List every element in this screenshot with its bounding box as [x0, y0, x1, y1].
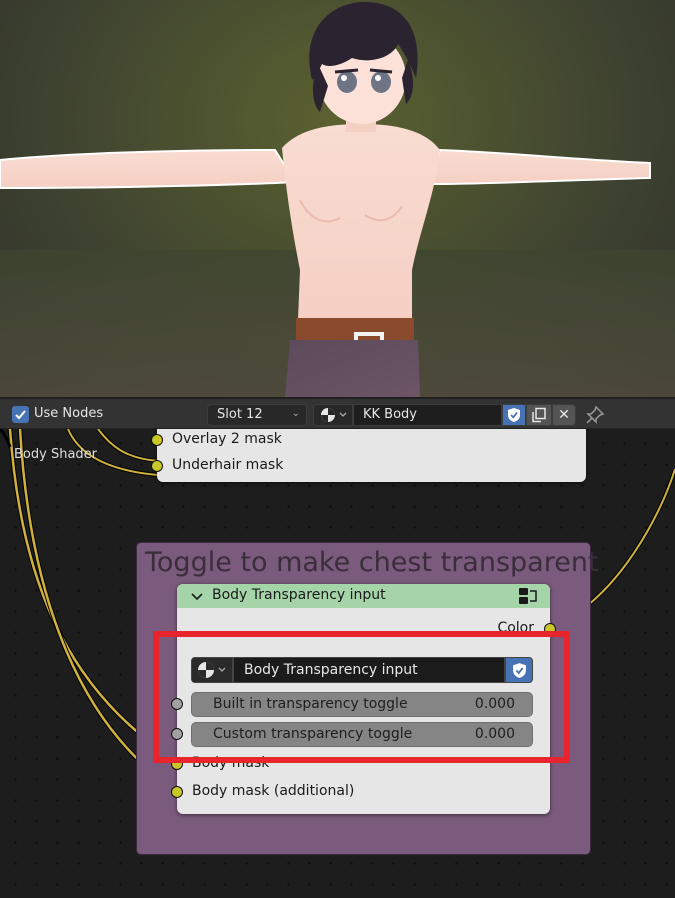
node-tree-icon: [198, 662, 226, 678]
frame-label: Toggle to make chest transparent: [145, 547, 599, 578]
input-slider-label: Built in transparency toggle: [213, 696, 408, 712]
character-model: [0, 2, 651, 397]
node-editor-header: Use Nodes Slot 12 ⌄ KK Body ✕: [0, 397, 675, 429]
material-sphere-icon: [321, 408, 347, 422]
node-header[interactable]: Body Transparency input: [177, 584, 550, 608]
input-slider-value: 0.000: [474, 696, 515, 712]
input-socket[interactable]: [171, 698, 183, 710]
node-group-browse-button[interactable]: [191, 657, 233, 683]
pin-icon[interactable]: [585, 405, 605, 425]
unlink-material-button[interactable]: ✕: [552, 404, 576, 426]
group-node[interactable]: Body Transparency input Color Body Trans…: [171, 584, 556, 814]
socket-label: Overlay 2 mask: [172, 431, 282, 447]
input-socket[interactable]: [171, 758, 183, 770]
duplicate-icon: [532, 407, 546, 423]
node-editor-canvas[interactable]: Body Shader Overlay 2 mask Underhair mas…: [0, 429, 675, 898]
use-nodes-checkbox[interactable]: [12, 406, 29, 423]
input-socket[interactable]: [151, 460, 163, 472]
top-node[interactable]: Overlay 2 mask Underhair mask: [151, 429, 586, 482]
node-title: Body Transparency input: [212, 587, 386, 603]
checkmark-icon: [15, 410, 26, 420]
output-socket-color[interactable]: [544, 623, 556, 635]
slot-dropdown-label: Slot 12: [217, 407, 263, 422]
input-slider[interactable]: Custom transparency toggle 0.000: [191, 722, 533, 747]
chevron-down-icon: ⌄: [291, 408, 300, 419]
socket-label: Underhair mask: [172, 457, 284, 473]
output-label-color: Color: [497, 620, 534, 636]
3d-viewport[interactable]: [0, 0, 675, 397]
input-slider[interactable]: Built in transparency toggle 0.000: [191, 692, 533, 717]
input-socket[interactable]: [171, 786, 183, 798]
input-slider-label: Custom transparency toggle: [213, 726, 413, 742]
duplicate-material-button[interactable]: [526, 404, 552, 426]
collapse-chevron-icon[interactable]: [190, 590, 204, 604]
socket-label: Body mask (additional): [192, 783, 355, 799]
node-group-name: Body Transparency input: [244, 662, 418, 678]
use-nodes-label: Use Nodes: [34, 406, 104, 421]
material-browse-button[interactable]: [313, 404, 353, 426]
input-slider-value: 0.000: [474, 726, 515, 742]
socket-label: Body mask: [192, 755, 270, 771]
slot-dropdown[interactable]: Slot 12 ⌄: [207, 404, 307, 426]
shield-icon: [512, 662, 526, 678]
side-node-label: Body Shader: [14, 447, 98, 462]
close-icon: ✕: [558, 407, 570, 423]
fake-user-button[interactable]: [502, 404, 526, 426]
input-socket[interactable]: [171, 728, 183, 740]
node-group-selector[interactable]: Body Transparency input: [191, 657, 533, 683]
node-group-icon[interactable]: [518, 587, 538, 605]
shield-icon: [508, 408, 520, 422]
node-group-fake-user-button[interactable]: [505, 657, 533, 683]
node-group-name-field[interactable]: Body Transparency input: [233, 657, 505, 683]
material-name: KK Body: [363, 407, 417, 422]
input-socket[interactable]: [151, 434, 163, 446]
material-name-field[interactable]: KK Body: [353, 404, 502, 426]
